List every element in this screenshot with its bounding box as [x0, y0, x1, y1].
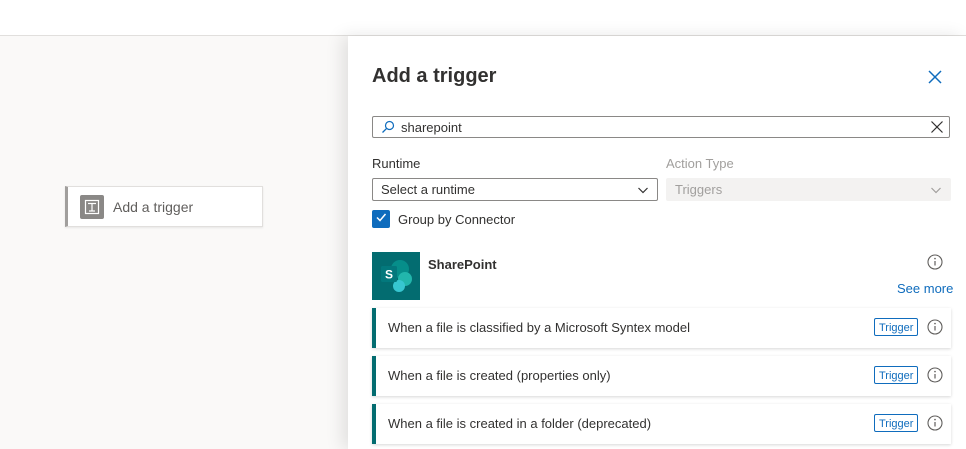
see-more-link[interactable]: See more	[897, 281, 953, 296]
connector-name: SharePoint	[428, 257, 497, 272]
top-bar	[0, 0, 966, 36]
sharepoint-logo-letter: S	[385, 268, 393, 282]
info-icon[interactable]	[926, 253, 944, 271]
action-type-dropdown-value: Triggers	[675, 182, 723, 197]
search-input[interactable]	[401, 118, 921, 136]
action-type-dropdown[interactable]: Triggers	[666, 178, 951, 201]
runtime-dropdown[interactable]: Select a runtime	[372, 178, 658, 201]
action-type-label: Action Type	[666, 156, 734, 171]
sharepoint-logo-icon: S	[372, 252, 420, 300]
search-box	[372, 116, 950, 138]
clear-icon[interactable]	[930, 120, 944, 134]
operation-row[interactable]: When a file is created in a folder (depr…	[372, 404, 951, 444]
operation-label: When a file is created in a folder (depr…	[388, 416, 652, 431]
group-by-connector-checkbox[interactable]	[372, 210, 390, 228]
info-icon[interactable]	[926, 414, 944, 432]
add-trigger-card-label: Add a trigger	[113, 198, 194, 215]
operation-row[interactable]: When a file is created (properties only)…	[372, 356, 951, 396]
operation-row[interactable]: When a file is classified by a Microsoft…	[372, 308, 951, 348]
trigger-icon	[80, 194, 104, 219]
group-by-connector-label: Group by Connector	[398, 212, 516, 227]
checkmark-icon	[375, 210, 387, 228]
info-icon[interactable]	[926, 366, 944, 384]
chevron-down-icon	[930, 184, 942, 196]
trigger-badge: Trigger	[874, 318, 919, 336]
add-trigger-panel: Add a trigger Runtime Action Type Select…	[348, 36, 966, 449]
add-trigger-card[interactable]: Add a trigger	[65, 186, 263, 227]
chevron-down-icon	[637, 184, 649, 196]
search-icon	[381, 120, 395, 134]
close-icon[interactable]	[926, 68, 944, 86]
operation-label: When a file is created (properties only)	[388, 368, 611, 383]
trigger-badge: Trigger	[874, 366, 919, 384]
trigger-badge: Trigger	[874, 414, 919, 432]
operation-label: When a file is classified by a Microsoft…	[388, 320, 691, 335]
runtime-label: Runtime	[372, 156, 421, 171]
info-icon[interactable]	[926, 318, 944, 336]
runtime-dropdown-value: Select a runtime	[381, 182, 475, 197]
panel-title: Add a trigger	[372, 65, 497, 87]
